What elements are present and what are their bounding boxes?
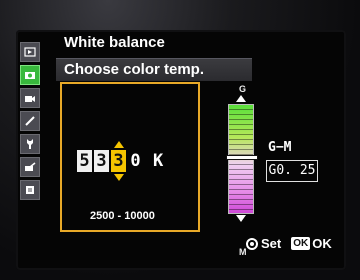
movie-icon xyxy=(25,96,35,102)
color-temp-digit-2[interactable]: 3 xyxy=(94,150,109,172)
color-temp-digit-4: 0 xyxy=(130,151,141,171)
green-label: G xyxy=(239,84,247,94)
pencil-icon xyxy=(25,116,35,126)
camera-icon xyxy=(25,72,35,79)
movie-menu-tab[interactable] xyxy=(20,88,40,108)
color-temp-digit-1[interactable]: 5 xyxy=(77,150,92,172)
setup-menu-tab[interactable] xyxy=(20,134,40,154)
kelvin-unit: K xyxy=(153,151,164,171)
playback-menu-tab[interactable] xyxy=(20,42,40,62)
tint-value: G0. 25 xyxy=(266,160,318,182)
custom-settings-tab[interactable] xyxy=(20,111,40,131)
tint-axis-label: G−M xyxy=(268,140,292,155)
ok-button-icon[interactable]: OK xyxy=(291,237,311,250)
tint-marker[interactable] xyxy=(226,155,258,160)
playback-icon xyxy=(24,47,36,57)
recent-settings-tab[interactable] xyxy=(20,180,40,200)
increase-arrow-icon[interactable] xyxy=(114,141,124,148)
page-subtitle: Choose color temp. xyxy=(56,58,252,81)
retouch-menu-tab[interactable] xyxy=(20,157,40,177)
magenta-arrow-icon[interactable] xyxy=(236,215,246,222)
color-temp-digits: 5 3 3 0 K xyxy=(77,150,163,172)
green-arrow-icon[interactable] xyxy=(236,95,246,102)
recent-settings-icon xyxy=(26,186,34,194)
color-temp-digit-3-selected[interactable]: 3 xyxy=(111,150,126,172)
set-label: Set xyxy=(261,236,282,251)
page-title: White balance xyxy=(64,34,165,51)
footer-hints: Set OK OK xyxy=(246,236,332,251)
retouch-icon xyxy=(25,162,36,171)
multi-selector-icon xyxy=(246,237,258,250)
ok-label: OK xyxy=(312,236,332,251)
decrease-arrow-icon[interactable] xyxy=(114,174,124,181)
wrench-icon xyxy=(27,139,33,149)
shooting-menu-tab[interactable] xyxy=(20,65,40,85)
color-temp-range: 2500 - 10000 xyxy=(90,210,155,222)
